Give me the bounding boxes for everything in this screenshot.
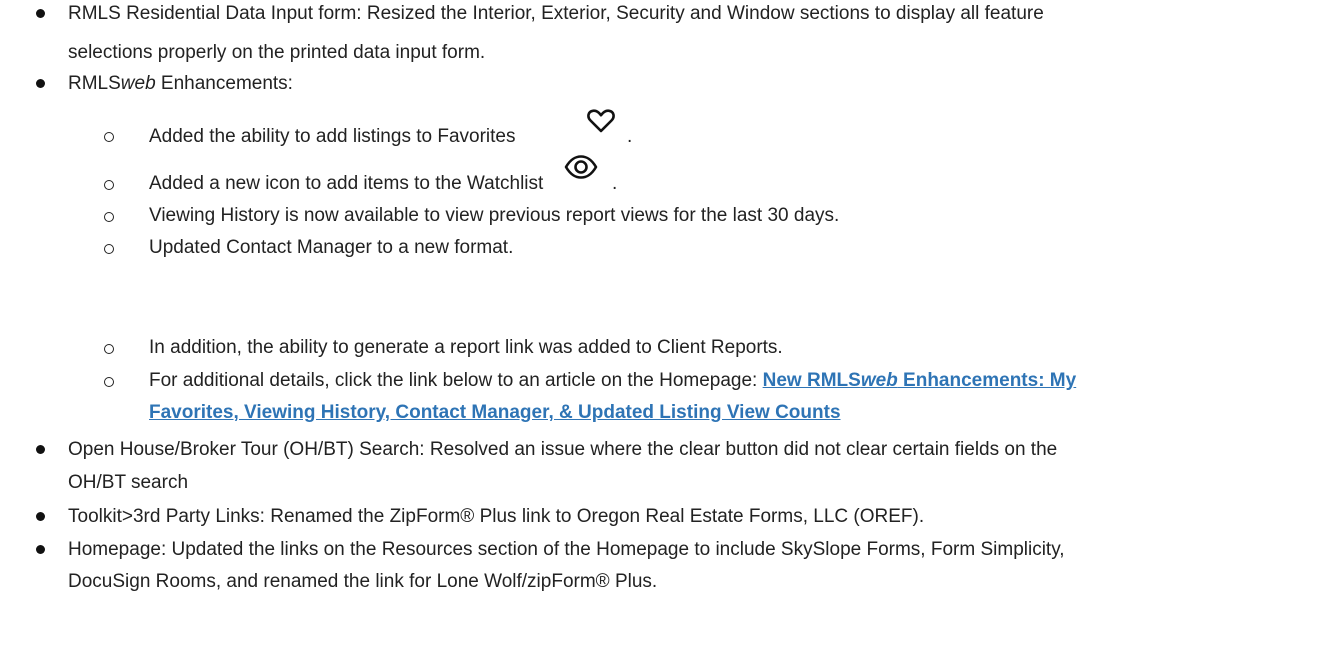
sub-item-watchlist: Added a new icon to add items to the Wat…: [149, 173, 544, 194]
homepage-article-link[interactable]: New RMLSweb Enhancements: My: [763, 370, 1077, 391]
bullet-marker: [36, 512, 45, 521]
bullet-rmlsweb-enhancements: RMLSweb Enhancements:: [68, 71, 293, 97]
enhancements-text: Enhancements:: [155, 73, 293, 94]
sub-bullet-marker: [104, 180, 114, 190]
bullet-marker: [36, 545, 45, 554]
sub-bullet-marker: [104, 377, 114, 387]
bullet-oh-bt-search-cont: OH/BT search: [68, 472, 189, 493]
bullet-residential-form-cont: selections properly on the printed data …: [68, 42, 486, 63]
eye-icon: [564, 155, 598, 179]
rmls-text: RMLS: [68, 73, 121, 94]
sub-bullet-marker: [104, 244, 114, 254]
period: .: [612, 173, 618, 194]
sub-bullet-marker: [104, 212, 114, 222]
bullet-marker: [36, 79, 45, 88]
sub-item-favorites: Added the ability to add listings to Fav…: [149, 126, 516, 147]
heart-icon: [587, 109, 615, 133]
sub-item-client-reports: In addition, the ability to generate a r…: [149, 337, 783, 358]
details-text: For additional details, click the link b…: [149, 370, 763, 391]
sub-item-additional-details: For additional details, click the link b…: [149, 368, 1076, 394]
bullet-marker: [36, 445, 45, 454]
bullet-residential-form: RMLS Residential Data Input form: Resize…: [68, 3, 1044, 24]
homepage-article-link-cont: Favorites, Viewing History, Contact Mana…: [149, 400, 841, 426]
sub-item-viewing-history: Viewing History is now available to view…: [149, 205, 840, 226]
bullet-marker: [36, 9, 45, 18]
homepage-article-link-line2[interactable]: Favorites, Viewing History, Contact Mana…: [149, 402, 841, 423]
bullet-oh-bt-search: Open House/Broker Tour (OH/BT) Search: R…: [68, 439, 1058, 460]
bullet-homepage-resources-cont: DocuSign Rooms, and renamed the link for…: [68, 571, 658, 592]
bullet-homepage-resources: Homepage: Updated the links on the Resou…: [68, 539, 1065, 560]
period: .: [627, 126, 633, 147]
sub-bullet-marker: [104, 344, 114, 354]
sub-item-contact-manager: Updated Contact Manager to a new format.: [149, 237, 514, 258]
sub-bullet-marker: [104, 132, 114, 142]
bullet-toolkit-links: Toolkit>3rd Party Links: Renamed the Zip…: [68, 506, 925, 527]
web-text: web: [120, 73, 156, 94]
